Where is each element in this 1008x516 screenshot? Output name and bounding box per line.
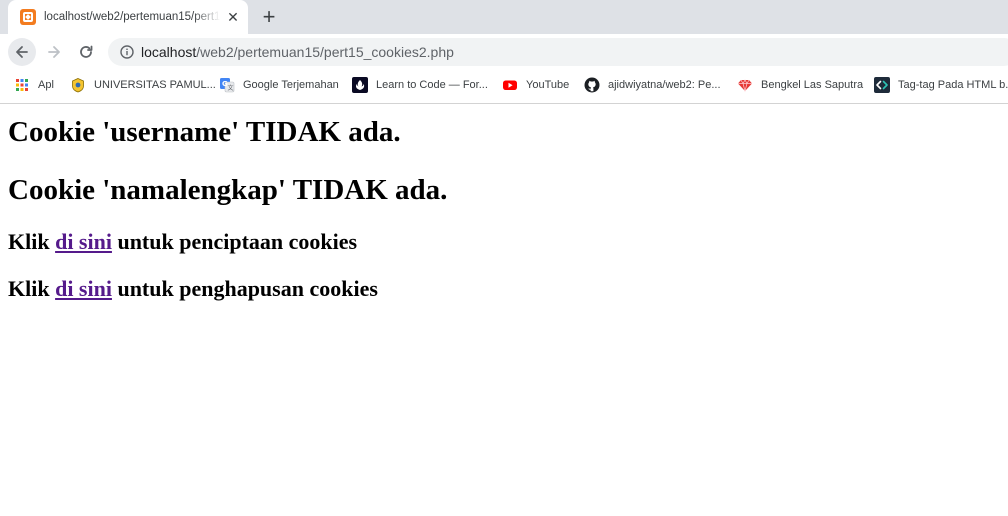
apps-grid-icon [16,79,28,91]
browser-tab[interactable]: localhost/web2/pertemuan15/pert15_cookie… [8,0,248,34]
browser-toolbar: localhost/web2/pertemuan15/pert15_cookie… [0,34,1008,70]
google-translate-icon: G 文 [220,78,235,93]
svg-text:文: 文 [228,84,234,92]
youtube-icon [503,80,517,90]
bookmark-apps[interactable]: Apl [14,77,54,93]
url-text[interactable]: localhost/web2/pertemuan15/pert15_cookie… [141,38,454,66]
tab-strip: localhost/web2/pertemuan15/pert15_cookie… [0,0,1008,34]
create-prefix-text: Klik [8,229,56,254]
heading-cookie-namalengkap: Cookie 'namalengkap' TIDAK ada. [8,174,448,206]
bookmark-google-translate[interactable]: G 文 Google Terjemahan [219,77,339,93]
create-cookies-line: Klik di sini untuk penciptaan cookies [8,229,357,255]
gem-icon [738,79,752,93]
forward-button[interactable] [40,38,68,66]
info-icon[interactable] [120,45,134,59]
bookmark-tag-html[interactable]: Tag-tag Pada HTML b... [874,77,1008,93]
delete-prefix-text: Klik [8,276,56,301]
reload-button[interactable] [72,38,100,66]
bookmark-label: Apl [38,79,54,91]
delete-cookies-line: Klik di sini untuk penghapusan cookies [8,276,378,302]
bookmark-label: Learn to Code — For... [376,79,488,91]
new-tab-button[interactable]: + [258,6,280,29]
tab-title: localhost/web2/pertemuan15/pert15_cookie… [44,11,220,23]
arrow-left-icon [16,46,28,58]
url-host: localhost [141,44,197,60]
close-tab-icon[interactable]: ✕ [226,10,240,24]
create-suffix-text: untuk penciptaan cookies [111,229,358,254]
bookmark-label: UNIVERSITAS PAMUL... [94,79,216,91]
reload-icon [80,45,93,58]
bookmark-label: Tag-tag Pada HTML b... [898,79,1008,91]
github-icon [584,77,600,93]
bookmark-label: Bengkel Las Saputra [761,79,864,91]
bookmark-universitas[interactable]: UNIVERSITAS PAMUL... [70,77,216,93]
bookmark-label: Google Terjemahan [243,79,339,91]
university-logo-icon [72,78,84,93]
bookmark-youtube[interactable]: YouTube [502,77,569,93]
bookmark-label: ajidwiyatna/web2: Pe... [608,79,721,91]
back-button[interactable] [8,38,36,66]
bookmark-bengkel-las[interactable]: Bengkel Las Saputra [737,77,863,93]
bookmark-freecodecamp[interactable]: Learn to Code — For... [352,77,488,93]
arrow-right-icon [48,46,60,58]
address-bar[interactable]: localhost/web2/pertemuan15/pert15_cookie… [108,38,1008,66]
bookmark-label: YouTube [526,79,570,91]
freecodecamp-icon [352,77,368,93]
delete-suffix-text: untuk penghapusan cookies [111,276,378,301]
url-path: /web2/pertemuan15/pert15_cookies2.php [196,44,454,60]
heading-cookie-username: Cookie 'username' TIDAK ada. [8,116,401,148]
bookmarks-bar: Apl UNIVERSITAS PAMUL... G 文 Google Terj… [0,70,1008,104]
create-cookies-link[interactable]: di sini [55,229,112,254]
delete-cookies-link[interactable]: di sini [55,276,112,301]
page-content: Cookie 'username' TIDAK ada. Cookie 'nam… [0,104,1008,516]
bookmark-github[interactable]: ajidwiyatna/web2: Pe... [584,77,721,93]
codepolitan-icon [874,77,890,93]
xampp-icon [20,9,36,25]
